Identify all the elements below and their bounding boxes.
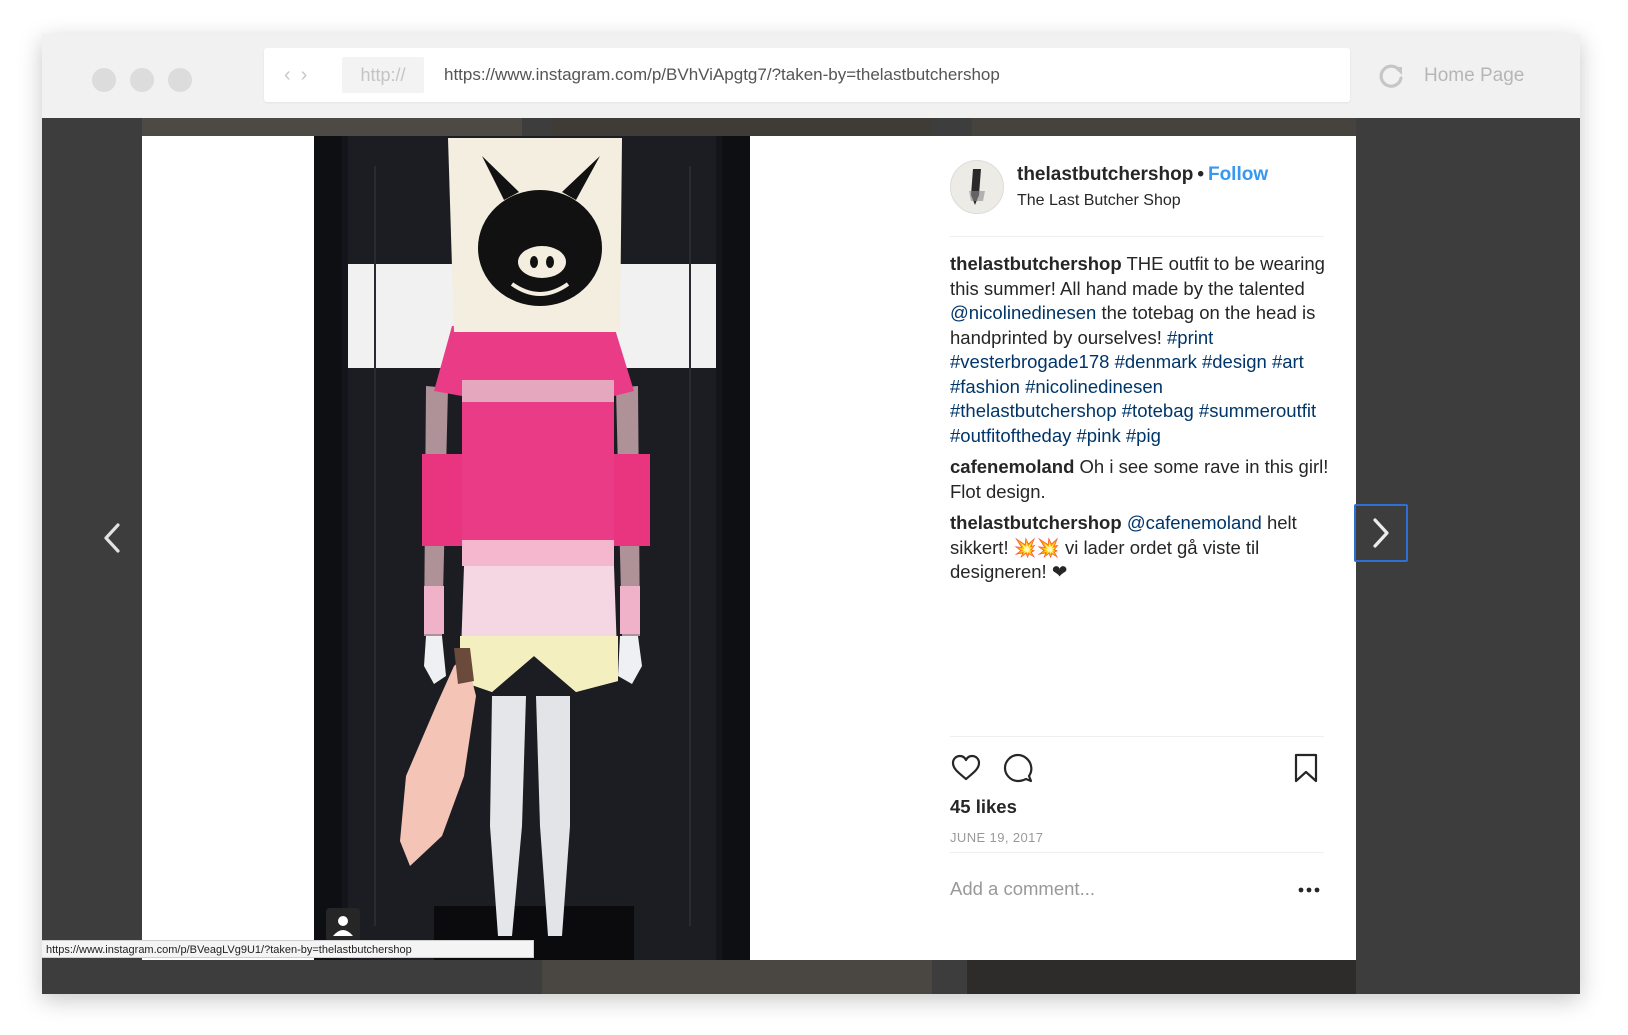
comment-username[interactable]: cafenemoland [950, 456, 1074, 477]
heart-icon[interactable] [950, 752, 982, 784]
hashtag-link[interactable]: #denmark [1115, 351, 1197, 372]
comments-list: thelastbutchershop THE outfit to be wear… [950, 252, 1330, 592]
photo-margin-right [750, 136, 950, 960]
hashtag-link[interactable]: #thelastbutchershop [950, 400, 1117, 421]
address-bar[interactable]: ‹› http:// https://www.instagram.com/p/B… [264, 48, 1350, 102]
post-actions [950, 748, 1324, 788]
next-post-arrow[interactable] [1354, 504, 1408, 562]
window-zoom-dot[interactable] [168, 68, 192, 92]
status-bar-url: https://www.instagram.com/p/BVeagLVg9U1/… [42, 940, 534, 958]
comment-username[interactable]: thelastbutchershop [950, 253, 1122, 274]
background-tile [552, 118, 932, 136]
likes-count[interactable]: 45 likes [950, 796, 1017, 818]
reload-icon[interactable] [1371, 56, 1411, 96]
location-link[interactable]: The Last Butcher Shop [1017, 192, 1181, 210]
window-minimize-dot[interactable] [130, 68, 154, 92]
comment-item: thelastbutchershop THE outfit to be wear… [950, 252, 1330, 448]
previous-post-arrow[interactable] [96, 513, 128, 563]
background-tile [967, 958, 1356, 994]
hashtag-link[interactable]: #design [1202, 351, 1267, 372]
username-link[interactable]: thelastbutchershop [1017, 164, 1193, 185]
history-nav: ‹› [284, 48, 317, 102]
hashtag-link[interactable]: #print [1167, 327, 1213, 348]
comment-item: thelastbutchershop @cafenemoland helt si… [950, 511, 1330, 585]
user-tag-icon[interactable] [326, 908, 360, 942]
comment-item: cafenemoland Oh i see some rave in this … [950, 455, 1330, 504]
hashtag-link[interactable]: #art [1272, 351, 1304, 372]
hashtag-link[interactable]: #outfitoftheday [950, 425, 1071, 446]
comment-username[interactable]: thelastbutchershop [950, 512, 1122, 533]
post-photo[interactable] [314, 136, 750, 960]
background-tile [972, 118, 1356, 136]
add-comment-input[interactable]: Add a comment... [950, 878, 1095, 900]
post-date: JUNE 19, 2017 [950, 830, 1044, 845]
mannequin-photo [314, 136, 750, 960]
hashtag-link[interactable]: #vesterbrogade178 [950, 351, 1109, 372]
hashtag-link[interactable]: #pink [1077, 425, 1121, 446]
header-divider [950, 236, 1324, 237]
comment-icon[interactable] [1002, 752, 1034, 784]
hashtag-link[interactable]: #summeroutfit [1199, 400, 1316, 421]
background-tile [142, 118, 522, 136]
actions-divider [950, 736, 1324, 737]
post-modal: thelastbutchershop • Follow The Last Butch… [142, 136, 1356, 960]
hashtag-link[interactable]: #fashion [950, 376, 1020, 397]
browser-window: ‹› http:// https://www.instagram.com/p/B… [42, 34, 1580, 994]
bookmark-icon[interactable] [1292, 752, 1320, 784]
post-sidebar: thelastbutchershop • Follow The Last Butch… [950, 136, 1356, 960]
mention-link[interactable]: @nicolinedinesen [950, 302, 1096, 323]
window-close-dot[interactable] [92, 68, 116, 92]
post-header: thelastbutchershop • Follow [1017, 164, 1268, 186]
photo-margin-left [142, 136, 314, 960]
url-text[interactable]: https://www.instagram.com/p/BVhViApgtg7/… [444, 48, 1000, 102]
browser-toolbar: ‹› http:// https://www.instagram.com/p/B… [42, 34, 1580, 118]
home-page-link[interactable]: Home Page [1424, 58, 1524, 94]
more-options-icon[interactable] [1295, 880, 1325, 900]
hashtag-link[interactable]: #totebag [1122, 400, 1194, 421]
avatar[interactable] [950, 160, 1004, 214]
page-viewport: thelastbutchershop • Follow The Last Butch… [42, 118, 1580, 994]
header-bullet: • [1197, 164, 1204, 185]
chevron-left-icon[interactable]: ‹ [284, 64, 301, 86]
url-protocol: http:// [342, 57, 424, 93]
comment-divider [950, 852, 1324, 853]
chevron-right-icon[interactable]: › [301, 64, 318, 86]
mention-link[interactable]: @cafenemoland [1127, 512, 1262, 533]
background-tile [542, 958, 932, 994]
hashtag-link[interactable]: #nicolinedinesen [1025, 376, 1163, 397]
hashtag-link[interactable]: #pig [1126, 425, 1161, 446]
follow-button[interactable]: Follow [1208, 164, 1268, 185]
chevron-right-icon [1373, 518, 1389, 548]
